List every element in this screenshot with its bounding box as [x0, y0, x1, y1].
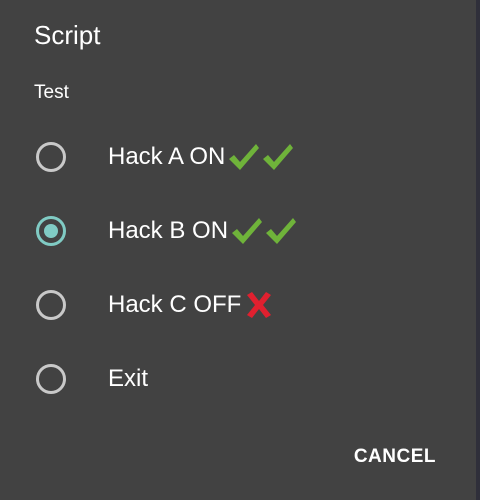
radio-button[interactable] — [36, 364, 66, 394]
radio-button-checked[interactable] — [36, 216, 66, 246]
option-hack-b[interactable]: Hack B ON — [0, 194, 476, 268]
check-mark-icon — [227, 142, 261, 172]
check-mark-icon — [261, 142, 295, 172]
dialog-message: Test — [34, 82, 69, 103]
radio-button[interactable] — [36, 290, 66, 320]
check-mark-icon — [230, 216, 264, 246]
cross-mark-icon — [243, 290, 275, 320]
option-label: Hack A ON — [108, 143, 226, 170]
option-exit[interactable]: Exit — [0, 342, 476, 416]
dialog-title: Script — [34, 20, 101, 50]
radio-button[interactable] — [36, 142, 66, 172]
option-label: Exit — [108, 365, 149, 392]
cancel-button[interactable]: CANCEL — [354, 446, 436, 468]
check-mark-icon — [264, 216, 298, 246]
option-label: Hack C OFF — [108, 291, 242, 318]
script-dialog: Script Test Hack A ON Hack B ON Hack C O… — [0, 0, 480, 500]
option-hack-a[interactable]: Hack A ON — [0, 120, 476, 194]
option-hack-c[interactable]: Hack C OFF — [0, 268, 476, 342]
option-label: Hack B ON — [108, 217, 229, 244]
